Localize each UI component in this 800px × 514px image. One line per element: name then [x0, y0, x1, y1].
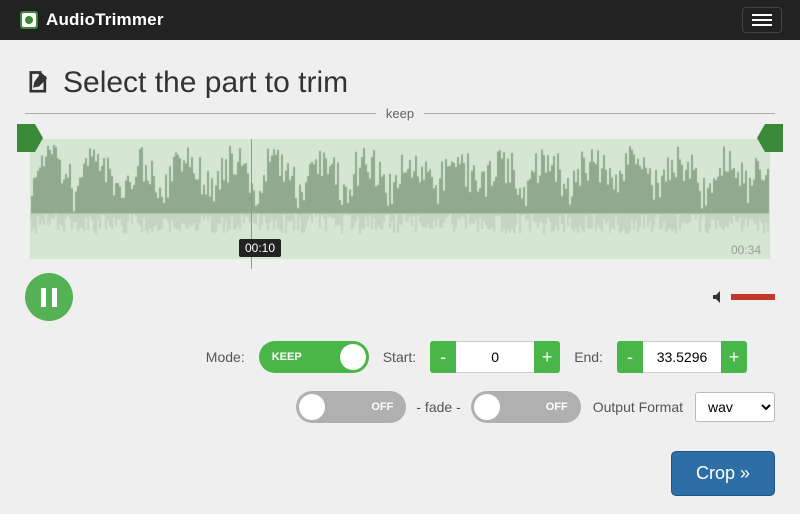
volume-slider[interactable]	[731, 294, 775, 300]
end-stepper: - +	[617, 341, 747, 373]
edit-icon	[25, 69, 53, 97]
crop-button[interactable]: Crop »	[671, 451, 775, 496]
selection-label: keep	[386, 106, 414, 121]
menu-toggle-button[interactable]	[742, 7, 782, 33]
main-content: Select the part to trim keep 00:10 00:34	[0, 40, 800, 514]
logo-icon	[18, 9, 40, 31]
end-decrement-button[interactable]: -	[617, 341, 643, 373]
brand-name: AudioTrimmer	[46, 10, 164, 30]
playhead-time: 00:10	[239, 239, 281, 257]
start-label: Start:	[383, 349, 416, 365]
start-stepper: - +	[430, 341, 560, 373]
fade-in-toggle[interactable]: OFF	[296, 391, 406, 423]
end-increment-button[interactable]: +	[721, 341, 747, 373]
total-duration: 00:34	[731, 243, 761, 257]
output-format-select[interactable]: wav	[695, 392, 775, 422]
end-input[interactable]	[643, 341, 721, 373]
brand[interactable]: AudioTrimmer	[18, 9, 164, 31]
fade-separator: - fade -	[416, 399, 460, 415]
fade-group: OFF - fade - OFF	[296, 391, 580, 423]
navbar: AudioTrimmer	[0, 0, 800, 40]
selection-label-rule: keep	[25, 106, 775, 121]
play-pause-button[interactable]	[25, 273, 73, 321]
end-label: End:	[574, 349, 603, 365]
waveform-region[interactable]: 00:10 00:34	[25, 129, 775, 259]
volume-control[interactable]	[711, 289, 775, 305]
start-input[interactable]	[456, 341, 534, 373]
waveform-selection	[30, 139, 770, 259]
toggle-knob	[299, 394, 325, 420]
trim-handle-left[interactable]	[17, 124, 43, 152]
trim-controls: Mode: KEEP Start: - + End: - +	[25, 341, 775, 373]
volume-icon	[711, 289, 727, 305]
toggle-knob	[474, 394, 500, 420]
fade-out-toggle[interactable]: OFF	[471, 391, 581, 423]
action-row: Crop »	[25, 451, 775, 496]
start-decrement-button[interactable]: -	[430, 341, 456, 373]
pause-icon	[52, 288, 57, 307]
toggle-knob	[340, 344, 366, 370]
mode-label: Mode:	[206, 349, 245, 365]
trim-handle-right[interactable]	[757, 124, 783, 152]
page-title: Select the part to trim	[63, 66, 348, 100]
output-format-label: Output Format	[593, 399, 683, 415]
start-increment-button[interactable]: +	[534, 341, 560, 373]
mode-toggle[interactable]: KEEP	[259, 341, 369, 373]
secondary-controls: OFF - fade - OFF Output Format wav	[25, 391, 775, 423]
playback-row	[25, 273, 775, 321]
page-heading: Select the part to trim	[25, 66, 775, 100]
pause-icon	[41, 288, 46, 307]
waveform-canvas	[30, 139, 770, 259]
